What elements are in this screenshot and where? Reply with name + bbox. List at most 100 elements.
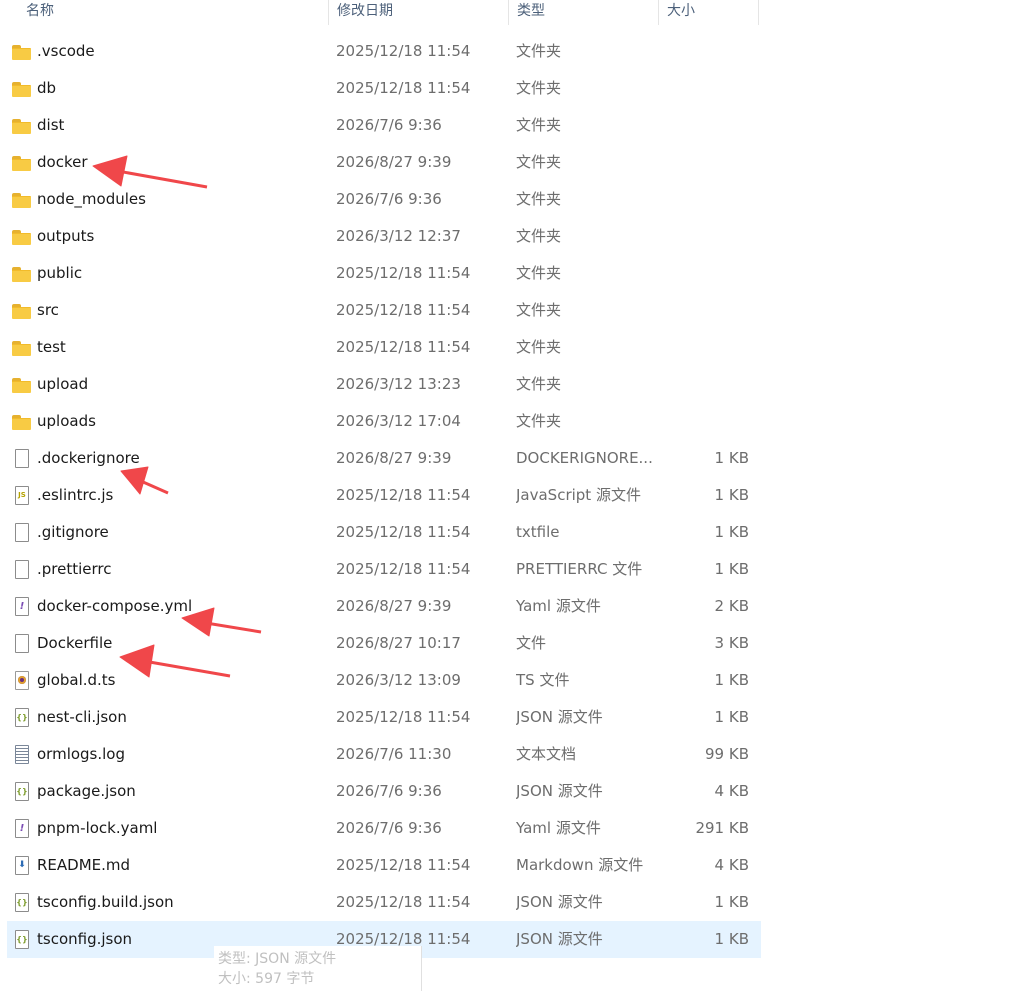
file-size: 4 KB bbox=[714, 856, 749, 874]
file-type: 文本文档 bbox=[516, 745, 577, 763]
file-icon-cell: JS bbox=[12, 477, 34, 514]
file-date: 2026/7/6 9:36 bbox=[336, 116, 442, 134]
file-size bbox=[657, 292, 749, 329]
file-type: 文件夹 bbox=[516, 79, 562, 97]
file-icon-cell: {} bbox=[12, 884, 34, 921]
folder-icon bbox=[12, 119, 32, 134]
file-name: Dockerfile bbox=[37, 634, 113, 652]
file-type: 文件夹 bbox=[516, 116, 562, 134]
tooltip-size: 大小: 597 字节 bbox=[218, 971, 315, 987]
file-row[interactable]: outputs 2026/3/12 12:37 文件夹 bbox=[7, 218, 761, 255]
file-size bbox=[657, 366, 749, 403]
file-size bbox=[657, 70, 749, 107]
folder-icon bbox=[12, 378, 32, 393]
file-size bbox=[657, 181, 749, 218]
file-row[interactable]: docker 2026/8/27 9:39 文件夹 bbox=[7, 144, 761, 181]
file-name: outputs bbox=[37, 227, 95, 245]
folder-icon bbox=[12, 156, 32, 171]
column-size-header[interactable]: 大小 bbox=[659, 0, 757, 25]
file-type: Yaml 源文件 bbox=[516, 819, 601, 837]
file-date: 2026/8/27 9:39 bbox=[336, 153, 452, 171]
file-row[interactable]: dist 2026/7/6 9:36 文件夹 bbox=[7, 107, 761, 144]
file-size bbox=[657, 218, 749, 255]
file-type: 文件夹 bbox=[516, 375, 562, 393]
file-row[interactable]: ⬇ README.md 2025/12/18 11:54 Markdown 源文件 4 … bbox=[7, 847, 761, 884]
file-icon-cell: ! bbox=[12, 810, 34, 847]
column-date-header[interactable]: 修改日期 bbox=[329, 0, 507, 25]
file-size: 99 KB bbox=[705, 745, 749, 763]
file-row[interactable]: uploads 2026/3/12 17:04 文件夹 bbox=[7, 403, 761, 440]
file-icon-cell bbox=[12, 366, 34, 403]
file-row[interactable]: test 2025/12/18 11:54 文件夹 bbox=[7, 329, 761, 366]
file-date: 2026/3/12 17:04 bbox=[336, 412, 461, 430]
column-name-header[interactable]: 名称 bbox=[18, 0, 328, 25]
file-size: 1 KB bbox=[714, 708, 749, 726]
file-row[interactable]: {} tsconfig.build.json 2025/12/18 11:54 JSO… bbox=[7, 884, 761, 921]
file-row[interactable]: {} package.json 2026/7/6 9:36 JSON 源文件 4 KB bbox=[7, 773, 761, 810]
file-row[interactable]: .gitignore 2025/12/18 11:54 txtfile 1 KB bbox=[7, 514, 761, 551]
file-row[interactable]: global.d.ts 2026/3/12 13:09 TS 文件 1 KB bbox=[7, 662, 761, 699]
file-date: 2025/12/18 11:54 bbox=[336, 338, 471, 356]
file-name: nest-cli.json bbox=[37, 708, 127, 726]
json-file-icon: {} bbox=[15, 893, 29, 912]
ts-file-icon bbox=[15, 671, 29, 690]
file-icon-cell bbox=[12, 551, 34, 588]
file-type: 文件夹 bbox=[516, 153, 562, 171]
file-date: 2026/3/12 13:23 bbox=[336, 375, 461, 393]
file-row[interactable]: ! pnpm-lock.yaml 2026/7/6 9:36 Yaml 源文件 291 … bbox=[7, 810, 761, 847]
file-row[interactable]: .prettierrc 2025/12/18 11:54 PRETTIERRC 文件… bbox=[7, 551, 761, 588]
file-date: 2026/3/12 13:09 bbox=[336, 671, 461, 689]
column-type-header[interactable]: 类型 bbox=[509, 0, 657, 25]
file-type: 文件 bbox=[516, 634, 547, 652]
file-name: .dockerignore bbox=[37, 449, 140, 467]
file-date: 2026/7/6 9:36 bbox=[336, 782, 442, 800]
file-size: 1 KB bbox=[714, 523, 749, 541]
file-row[interactable]: upload 2026/3/12 13:23 文件夹 bbox=[7, 366, 761, 403]
file-name: public bbox=[37, 264, 83, 282]
file-row[interactable]: ! docker-compose.yml 2026/8/27 9:39 Yaml 源文… bbox=[7, 588, 761, 625]
folder-icon bbox=[12, 82, 32, 97]
file-icon-cell bbox=[12, 329, 34, 366]
file-icon-cell bbox=[12, 107, 34, 144]
file-row[interactable]: JS .eslintrc.js 2025/12/18 11:54 JavaScript… bbox=[7, 477, 761, 514]
file-row[interactable]: Dockerfile 2026/8/27 10:17 文件 3 KB bbox=[7, 625, 761, 662]
file-date: 2026/7/6 9:36 bbox=[336, 819, 442, 837]
file-icon-cell: {} bbox=[12, 699, 34, 736]
file-name: README.md bbox=[37, 856, 131, 874]
file-row[interactable]: ormlogs.log 2026/7/6 11:30 文本文档 99 KB bbox=[7, 736, 761, 773]
file-date: 2025/12/18 11:54 bbox=[336, 523, 471, 541]
file-name: node_modules bbox=[37, 190, 146, 208]
file-row[interactable]: .vscode 2025/12/18 11:54 文件夹 bbox=[7, 33, 761, 70]
file-type: DOCKERIGNORE... bbox=[516, 449, 653, 467]
file-row[interactable]: public 2025/12/18 11:54 文件夹 bbox=[7, 255, 761, 292]
file-name: uploads bbox=[37, 412, 96, 430]
file-icon-cell bbox=[12, 625, 34, 662]
file-type: 文件夹 bbox=[516, 227, 562, 245]
file-date: 2026/7/6 11:30 bbox=[336, 745, 452, 763]
file-icon-cell bbox=[12, 181, 34, 218]
file-icon-cell bbox=[12, 662, 34, 699]
file-date: 2025/12/18 11:54 bbox=[336, 708, 471, 726]
file-icon-cell bbox=[12, 255, 34, 292]
file-type: 文件夹 bbox=[516, 190, 562, 208]
file-name: ormlogs.log bbox=[37, 745, 126, 763]
file-size: 291 KB bbox=[695, 819, 749, 837]
file-date: 2026/7/6 9:36 bbox=[336, 190, 442, 208]
file-row[interactable]: node_modules 2026/7/6 9:36 文件夹 bbox=[7, 181, 761, 218]
file-date: 2025/12/18 11:54 bbox=[336, 301, 471, 319]
file-name: tsconfig.build.json bbox=[37, 893, 174, 911]
log-file-icon bbox=[15, 745, 29, 764]
file-row[interactable]: {} nest-cli.json 2025/12/18 11:54 JSON 源文件 1… bbox=[7, 699, 761, 736]
file-icon-cell bbox=[12, 440, 34, 477]
file-size: 1 KB bbox=[714, 893, 749, 911]
file-row[interactable]: src 2025/12/18 11:54 文件夹 bbox=[7, 292, 761, 329]
file-name: docker bbox=[37, 153, 88, 171]
file-row[interactable]: .dockerignore 2026/8/27 9:39 DOCKERIGNORE.… bbox=[7, 440, 761, 477]
file-icon-cell bbox=[12, 292, 34, 329]
file-date: 2025/12/18 11:54 bbox=[336, 79, 471, 97]
file-name: .vscode bbox=[37, 42, 95, 60]
file-date: 2025/12/18 11:54 bbox=[336, 893, 471, 911]
column-divider[interactable] bbox=[758, 0, 759, 25]
file-icon-cell bbox=[12, 144, 34, 181]
file-row[interactable]: db 2025/12/18 11:54 文件夹 bbox=[7, 70, 761, 107]
